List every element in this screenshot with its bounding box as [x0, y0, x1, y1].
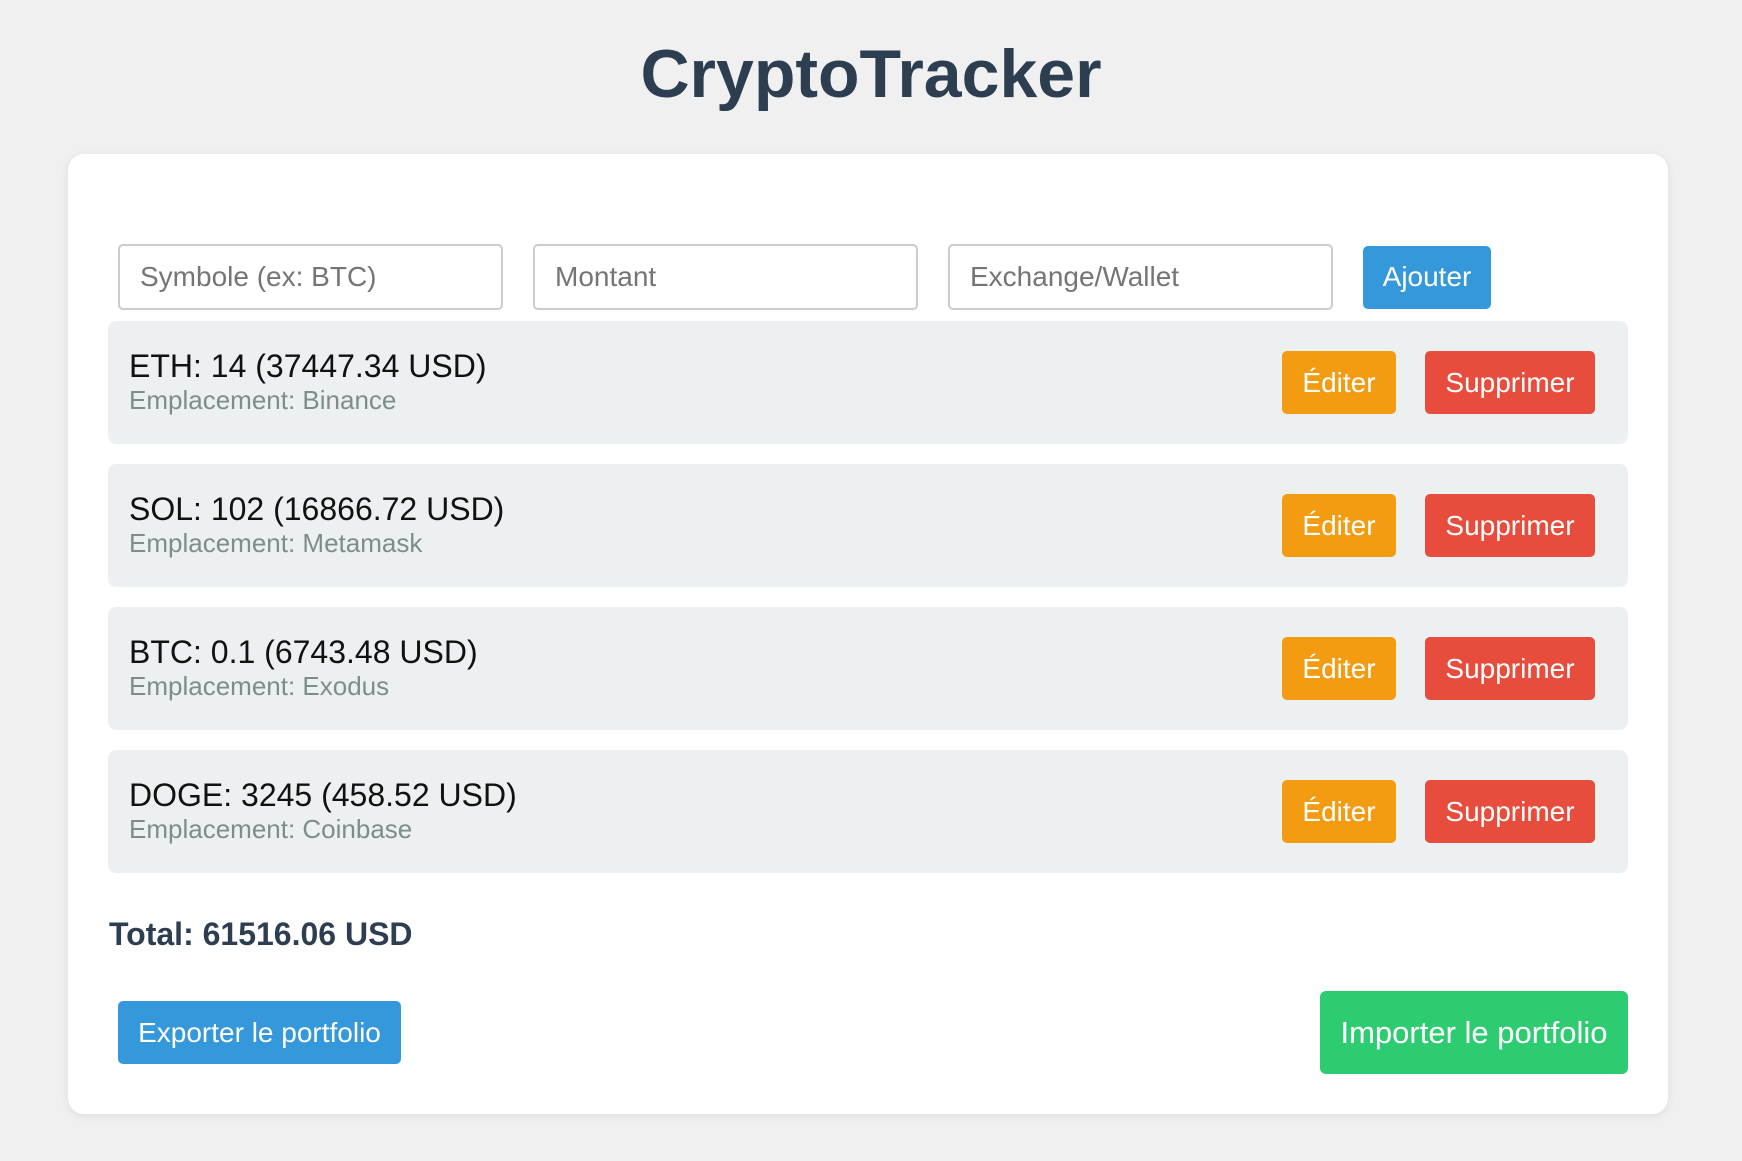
edit-button[interactable]: Éditer — [1282, 351, 1396, 414]
holding-location: Emplacement: Metamask — [129, 528, 423, 558]
app-title: CryptoTracker — [640, 36, 1102, 112]
amount-input[interactable] — [533, 244, 918, 310]
edit-button[interactable]: Éditer — [1282, 780, 1396, 843]
delete-button[interactable]: Supprimer — [1425, 780, 1595, 843]
holding-item-sol: SOL: 102 (16866.72 USD) Emplacement: Met… — [108, 464, 1628, 587]
holding-location: Emplacement: Binance — [129, 385, 397, 415]
holding-summary: DOGE: 3245 (458.52 USD) — [129, 777, 517, 813]
delete-button[interactable]: Supprimer — [1425, 637, 1595, 700]
symbol-input[interactable] — [118, 244, 503, 310]
edit-button[interactable]: Éditer — [1282, 494, 1396, 557]
import-button[interactable]: Importer le portfolio — [1320, 991, 1628, 1074]
location-input[interactable] — [948, 244, 1333, 310]
add-holding-form: Ajouter — [118, 244, 1491, 310]
delete-button[interactable]: Supprimer — [1425, 351, 1595, 414]
holdings-list: ETH: 14 (37447.34 USD) Emplacement: Bina… — [108, 321, 1628, 893]
edit-button[interactable]: Éditer — [1282, 637, 1396, 700]
portfolio-total: Total: 61516.06 USD — [109, 916, 413, 952]
holding-location: Emplacement: Exodus — [129, 671, 390, 701]
holding-item-doge: DOGE: 3245 (458.52 USD) Emplacement: Coi… — [108, 750, 1628, 873]
holding-location: Emplacement: Coinbase — [129, 814, 413, 844]
holding-item-eth: ETH: 14 (37447.34 USD) Emplacement: Bina… — [108, 321, 1628, 444]
holding-summary: BTC: 0.1 (6743.48 USD) — [129, 634, 478, 670]
holding-item-btc: BTC: 0.1 (6743.48 USD) Emplacement: Exod… — [108, 607, 1628, 730]
portfolio-card: Ajouter ETH: 14 (37447.34 USD) Emplaceme… — [68, 154, 1668, 1114]
export-button[interactable]: Exporter le portfolio — [118, 1001, 401, 1064]
add-button[interactable]: Ajouter — [1363, 245, 1491, 309]
holding-summary: ETH: 14 (37447.34 USD) — [129, 348, 487, 384]
holding-summary: SOL: 102 (16866.72 USD) — [129, 491, 505, 527]
delete-button[interactable]: Supprimer — [1425, 494, 1595, 557]
